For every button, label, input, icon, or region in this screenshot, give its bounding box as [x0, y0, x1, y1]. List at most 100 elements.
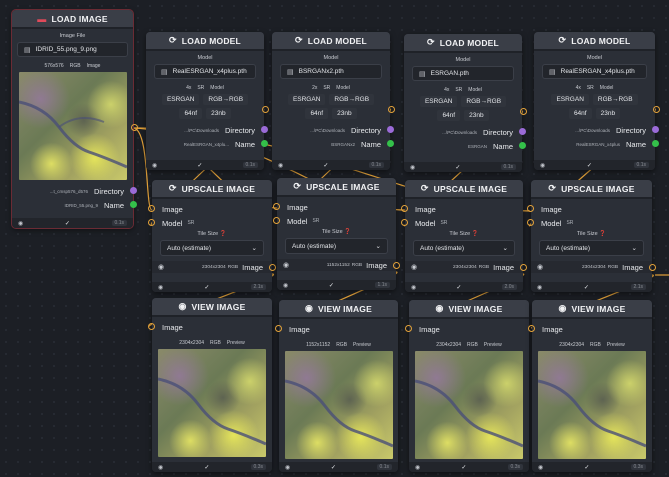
model-input-port[interactable] — [273, 217, 280, 224]
directory-value: ...\PC\Downloads — [575, 127, 610, 133]
load-model-node-3[interactable]: ⟳ LOAD MODEL Model ▤ ESRGAN.pth 4x SR Model … — [404, 34, 527, 172]
exec-time: 0.1s — [376, 464, 392, 470]
model-file-field[interactable]: ▤ BSRGANx2.pth — [280, 64, 382, 79]
exec-time: 0.1s — [242, 162, 258, 168]
preview-mode: RGB — [590, 342, 601, 348]
tile-size-select[interactable]: Auto (estimate) ⌄ — [539, 240, 644, 256]
tile-size-select[interactable]: Auto (estimate) ⌄ — [285, 238, 388, 254]
node-title: LOAD MODEL — [181, 35, 241, 46]
upscale-image-node-3[interactable]: ⟳ UPSCALE IMAGE Image Model SR Tile Size ❓… — [401, 180, 527, 292]
model-file-field[interactable]: ▤ RealESRGAN_x4plus.pth — [154, 64, 256, 79]
preview-kind: Preview — [483, 342, 502, 348]
exec-time: 2.1s — [630, 284, 646, 290]
image-output-port[interactable] — [131, 124, 138, 131]
model-output-port[interactable] — [520, 108, 527, 115]
output-label: Image — [242, 262, 263, 272]
eye-icon[interactable]: ◉ — [158, 263, 164, 271]
name-port[interactable] — [652, 140, 659, 147]
load-image-header[interactable]: ▬ LOAD IMAGE — [12, 10, 133, 29]
load-image-node[interactable]: ▬ LOAD IMAGE Image File ▤ IDRID_55.png_9.p… — [11, 9, 138, 229]
directory-port[interactable] — [261, 126, 268, 133]
image-input-port[interactable] — [528, 325, 535, 332]
name-value: IDRID_55.png_9 — [64, 202, 98, 208]
arch-tag: ESRGAN — [551, 94, 589, 105]
image-input-port[interactable] — [527, 205, 534, 212]
help-icon[interactable]: ❓ — [472, 231, 479, 237]
image-output-port[interactable] — [393, 262, 400, 269]
output-size: 2304x2304 — [452, 264, 477, 270]
image-input-port[interactable] — [405, 325, 412, 332]
model-file-field[interactable]: ▤ ESRGAN.pth — [412, 66, 514, 81]
eye-icon[interactable]: ◉ — [283, 261, 289, 269]
image-output-port[interactable] — [649, 264, 656, 271]
field-label: Image File — [59, 33, 86, 39]
load-model-node-4[interactable]: ⟳ LOAD MODEL Model ▤ RealESRGAN_x4plus.pth… — [534, 32, 660, 170]
model-input-label: Model — [162, 218, 183, 228]
image-input-label: Image — [415, 204, 436, 214]
upscale-image-node-2[interactable]: ⟳ UPSCALE IMAGE Image Model SR Tile Size ❓… — [273, 178, 400, 290]
name-label: Name — [234, 139, 255, 149]
directory-port[interactable] — [387, 126, 394, 133]
image-input-label: Image — [162, 204, 183, 214]
help-icon[interactable]: ❓ — [599, 231, 606, 237]
model-input-port[interactable] — [401, 219, 408, 226]
status-icon: ◉ — [538, 464, 544, 471]
eye-icon[interactable]: ◉ — [537, 263, 543, 271]
eye-icon: ◉ — [435, 303, 444, 313]
image-input-port[interactable] — [148, 205, 155, 212]
image-output: ◉ 2304x2304 RGB Image — [531, 261, 656, 273]
arch-tag: ESRGAN — [419, 96, 458, 107]
load-model-node-2[interactable]: ⟳ LOAD MODEL Model ▤ BSRGANx2.pth 2x SR Mode… — [272, 32, 395, 170]
model-input-port[interactable] — [148, 219, 155, 226]
directory-port[interactable] — [519, 128, 526, 135]
view-image-node-3[interactable]: ◉ VIEW IMAGE Image 2304x2304 RGB Preview ◉ ✓… — [405, 300, 529, 472]
image-output-port[interactable] — [520, 264, 527, 271]
tile-size-select[interactable]: Auto (estimate) ⌄ — [160, 240, 264, 256]
image-input-port[interactable] — [401, 205, 408, 212]
name-label: Name — [625, 139, 646, 149]
name-port[interactable] — [261, 140, 268, 147]
image-output-port[interactable] — [269, 264, 276, 271]
image-input-port[interactable] — [148, 323, 155, 330]
image-preview — [18, 72, 127, 180]
model-file-field[interactable]: ▤ RealESRGAN_x4plus.pth — [542, 64, 647, 79]
image-preview — [158, 349, 266, 457]
model-input-port[interactable] — [527, 219, 534, 226]
exec-time: 0.3s — [630, 464, 646, 470]
view-image-node-1[interactable]: ◉ VIEW IMAGE Image 2304x2304 RGB Preview ◉ ✓… — [148, 298, 272, 472]
eye-icon: ◉ — [178, 301, 187, 311]
directory-port[interactable] — [130, 187, 137, 194]
image-input-port[interactable] — [273, 203, 280, 210]
check-icon: ✓ — [328, 282, 334, 289]
tile-size-select[interactable]: Auto (estimate) ⌄ — [413, 240, 515, 256]
meta-scale: 4x — [575, 85, 581, 91]
output-label: Image — [493, 262, 514, 272]
name-port[interactable] — [130, 201, 137, 208]
preview-kind: Preview — [226, 340, 245, 346]
help-icon[interactable]: ❓ — [220, 231, 227, 237]
help-icon[interactable]: ❓ — [344, 229, 351, 235]
upscale-image-node-1[interactable]: ⟳ UPSCALE IMAGE Image Model SR Tile Size ❓… — [148, 180, 276, 292]
file-icon: ▤ — [419, 70, 426, 78]
name-value: RealESRGAN_x4plus — [576, 141, 620, 147]
meta-kind: Image — [86, 63, 101, 69]
field-label: Model — [455, 57, 471, 63]
name-port[interactable] — [387, 140, 394, 147]
upscale-image-node-4[interactable]: ⟳ UPSCALE IMAGE Image Model SR Tile Size ❓… — [527, 180, 656, 292]
model-output-port[interactable] — [388, 106, 395, 113]
image-input-port[interactable] — [275, 325, 282, 332]
name-port[interactable] — [519, 142, 526, 149]
model-icon: ⟳ — [427, 37, 435, 47]
model-input-label: Model — [415, 218, 436, 228]
model-input-tag: SR — [440, 220, 448, 226]
name-value: BSRGANx2 — [331, 141, 355, 147]
load-model-node-1[interactable]: ⟳ LOAD MODEL Model ▤ RealESRGAN_x4plus.pth… — [146, 32, 269, 170]
image-file-field[interactable]: ▤ IDRID_55.png_9.png — [17, 42, 128, 57]
view-image-node-2[interactable]: ◉ VIEW IMAGE Image 1152x1152 RGB Preview ◉ ✓… — [275, 300, 398, 472]
view-image-node-4[interactable]: ◉ VIEW IMAGE Image 2304x2304 RGB Preview ◉ ✓… — [528, 300, 652, 472]
eye-icon[interactable]: ◉ — [411, 263, 417, 271]
model-output-port[interactable] — [262, 106, 269, 113]
nb-tag: 23nb — [595, 108, 621, 119]
directory-port[interactable] — [652, 126, 659, 133]
model-output-port[interactable] — [653, 106, 660, 113]
